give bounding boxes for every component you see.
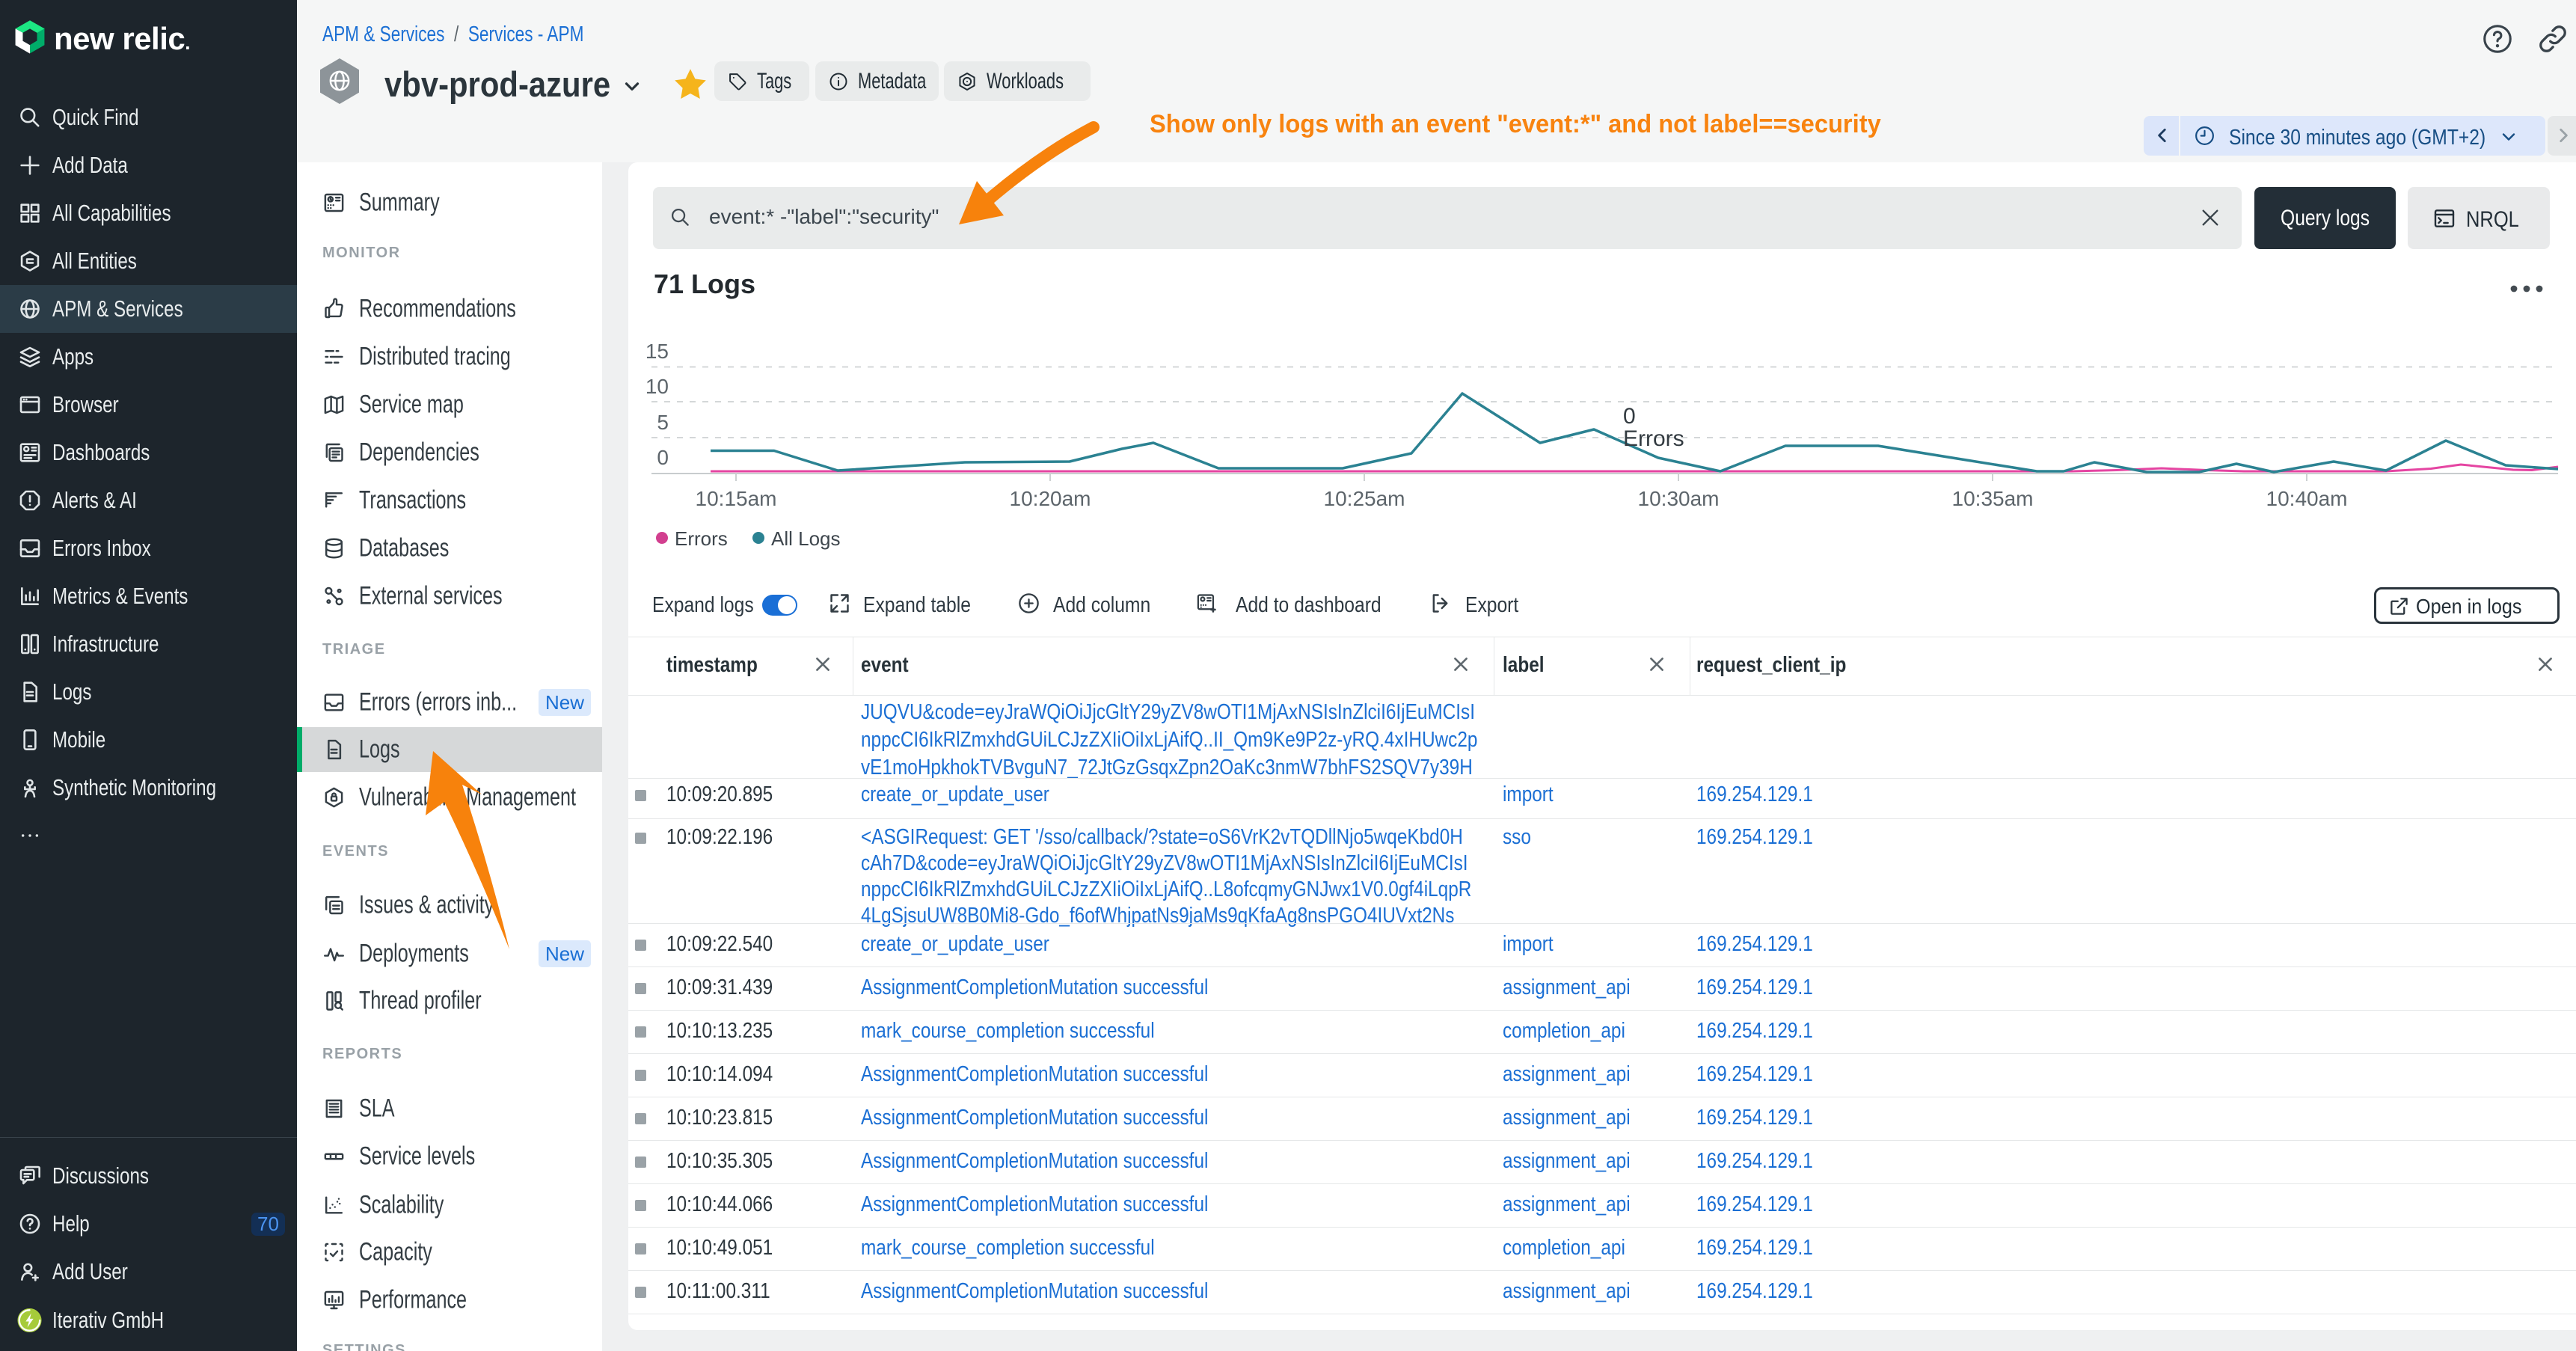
- svg-text:5: 5: [657, 411, 669, 434]
- svg-text:All Logs: All Logs: [771, 527, 841, 550]
- svg-text:10:35am: 10:35am: [1952, 487, 2034, 510]
- svg-text:10:15am: 10:15am: [696, 487, 777, 510]
- svg-text:10:25am: 10:25am: [1324, 487, 1405, 510]
- svg-text:10: 10: [645, 375, 669, 398]
- svg-text:10:40am: 10:40am: [2266, 487, 2348, 510]
- svg-text:10:30am: 10:30am: [1638, 487, 1720, 510]
- svg-text:10:20am: 10:20am: [1010, 487, 1091, 510]
- svg-text:0: 0: [1623, 404, 1636, 429]
- svg-text:Errors: Errors: [1623, 426, 1684, 451]
- svg-text:0: 0: [657, 446, 669, 469]
- svg-text:15: 15: [645, 340, 669, 363]
- svg-text:Errors: Errors: [675, 527, 728, 550]
